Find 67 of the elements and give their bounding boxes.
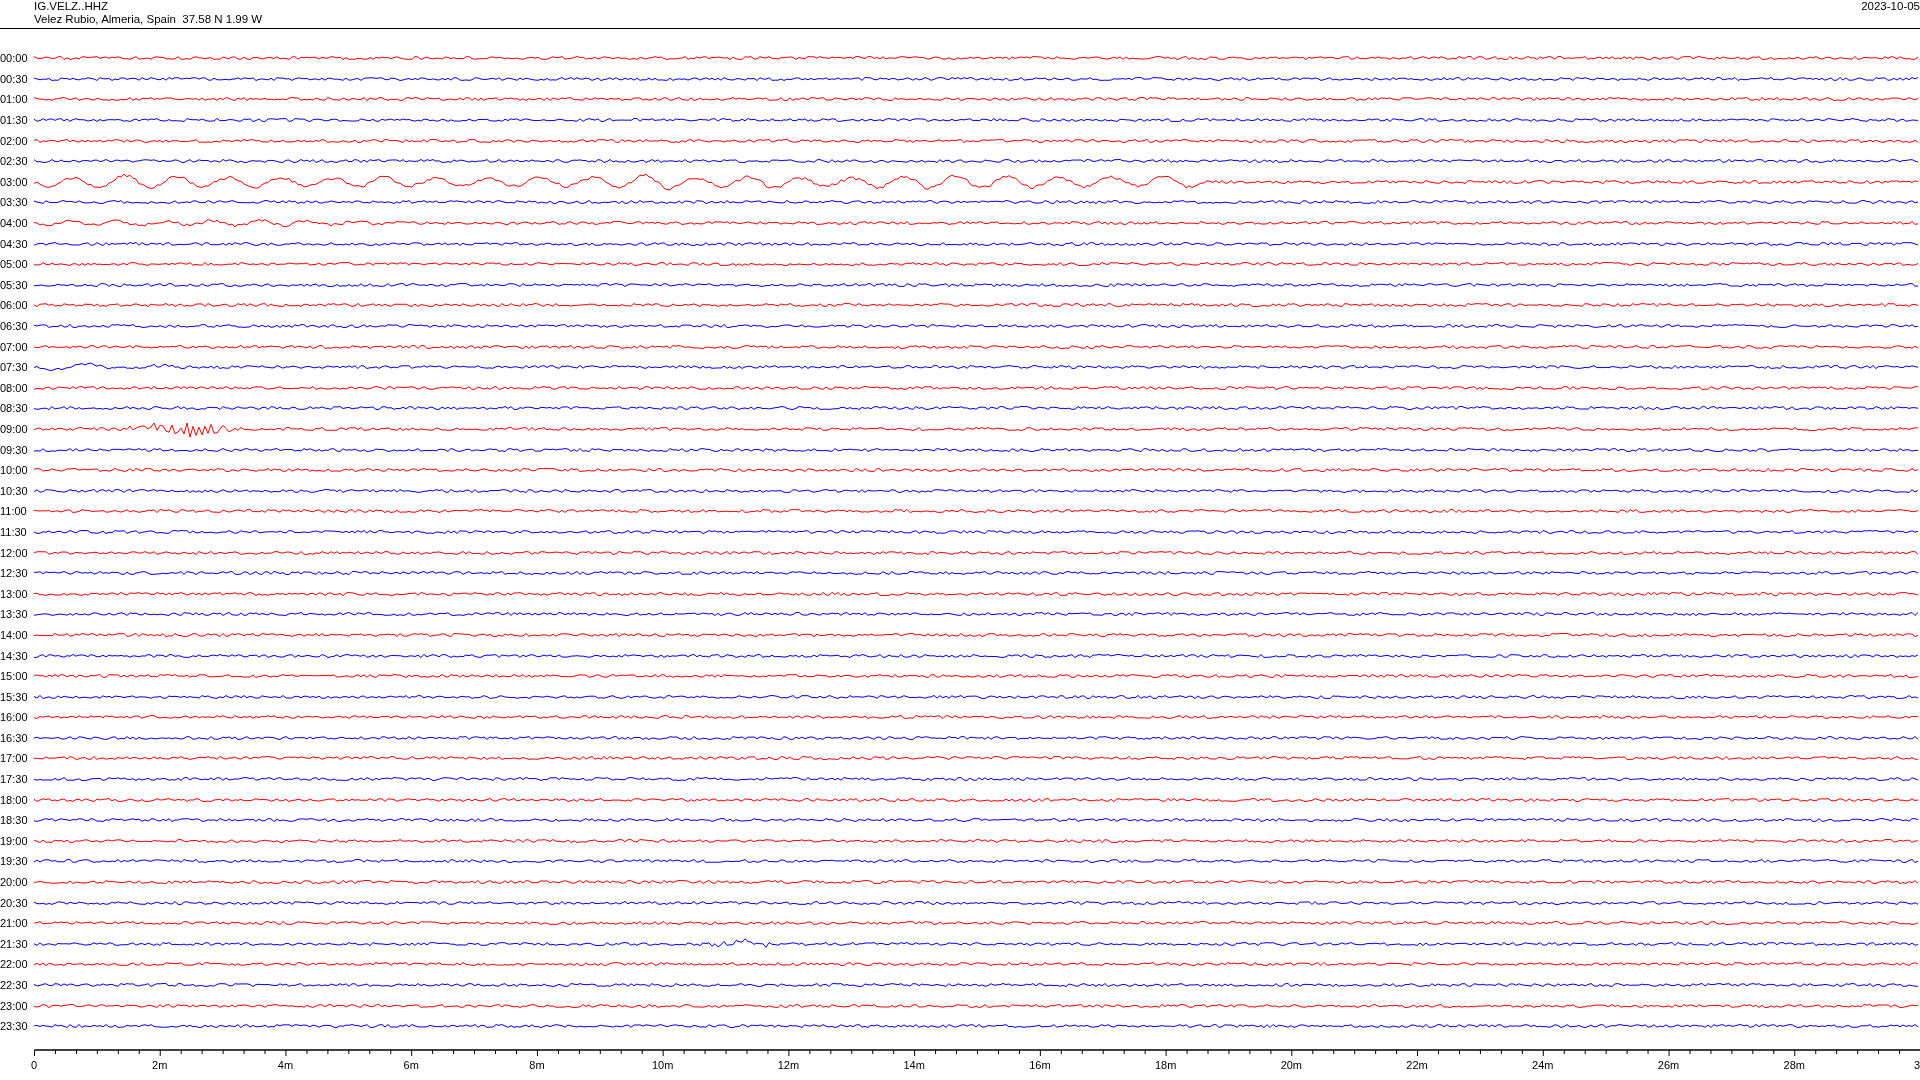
time-label: 00:00 <box>0 52 29 65</box>
time-label: 07:30 <box>0 361 29 374</box>
time-label: 15:00 <box>0 670 29 683</box>
axis-tick-label: 16m <box>1029 1058 1051 1071</box>
station-code: IG.VELZ..HHZ <box>34 0 110 13</box>
axis-tick-label: 22m <box>1406 1058 1428 1071</box>
station-location: Velez Rubio, Almeria, Spain 37.58 N 1.99 W <box>34 13 263 26</box>
time-label: 17:00 <box>0 752 29 765</box>
axis-tick-label: 28m <box>1783 1058 1805 1071</box>
time-label: 13:00 <box>0 587 29 600</box>
time-label: 05:30 <box>0 278 29 291</box>
time-label: 22:30 <box>0 979 29 991</box>
time-label: 10:00 <box>0 464 29 477</box>
time-label: 03:00 <box>0 175 29 188</box>
time-label: 21:30 <box>0 937 29 950</box>
time-label: 06:30 <box>0 320 29 332</box>
time-label: 09:30 <box>0 443 29 456</box>
time-label: 16:00 <box>0 711 29 724</box>
time-label: 11:30 <box>0 525 28 538</box>
axis-tick-label: 18m <box>1154 1058 1177 1071</box>
time-label: 15:30 <box>0 690 29 703</box>
axis-tick-label: 0 <box>31 1058 38 1071</box>
axis-tick-label: 26m <box>1657 1058 1680 1071</box>
time-label: 10:30 <box>0 484 29 497</box>
axis-tick-label: 6m <box>403 1058 419 1071</box>
axis-tick-label: 8m <box>529 1058 545 1071</box>
time-label: 09:00 <box>0 423 29 435</box>
time-label: 23:00 <box>0 999 29 1012</box>
time-label: 06:00 <box>0 299 29 312</box>
time-label: 08:00 <box>0 381 29 394</box>
time-label: 00:30 <box>0 72 29 85</box>
date-label: 2023-10-05 <box>1861 0 1920 13</box>
axis-tick-label: 3 <box>1913 1058 1920 1071</box>
time-label: 05:00 <box>0 258 29 271</box>
time-label: 13:30 <box>0 608 29 621</box>
time-label: 20:00 <box>0 876 29 889</box>
time-label: 02:30 <box>0 155 29 168</box>
time-label: 07:00 <box>0 340 29 353</box>
time-label: 12:00 <box>0 546 29 559</box>
time-label: 17:30 <box>0 773 29 786</box>
time-label: 20:30 <box>0 896 29 909</box>
time-label: 11:00 <box>0 505 28 518</box>
time-label: 03:30 <box>0 196 29 209</box>
axis-tick-label: 14m <box>903 1058 925 1071</box>
time-label: 01:30 <box>0 114 29 127</box>
axis-tick-label: 20m <box>1280 1058 1303 1071</box>
axis-tick-label: 10m <box>651 1058 674 1071</box>
time-label: 16:30 <box>0 731 29 744</box>
time-label: 08:30 <box>0 402 29 415</box>
axis-tick-label: 2m <box>152 1058 168 1071</box>
time-label: 14:00 <box>0 628 29 641</box>
time-label: 02:00 <box>0 134 29 147</box>
time-label: 21:00 <box>0 917 29 930</box>
time-label: 18:00 <box>0 793 29 806</box>
axis-tick-label: 24m <box>1532 1058 1554 1071</box>
time-label: 04:30 <box>0 237 29 250</box>
time-label: 12:30 <box>0 567 29 580</box>
time-label: 23:30 <box>0 1020 29 1033</box>
time-label: 18:30 <box>0 814 29 827</box>
axis-tick-label: 4m <box>277 1058 294 1071</box>
time-label: 01:00 <box>0 93 29 106</box>
time-label: 22:00 <box>0 958 29 971</box>
axis-tick-label: 12m <box>777 1058 800 1071</box>
time-label: 14:30 <box>0 649 29 662</box>
time-label: 19:30 <box>0 855 29 868</box>
time-label: 19:00 <box>0 834 29 847</box>
time-label: 04:00 <box>0 217 29 230</box>
